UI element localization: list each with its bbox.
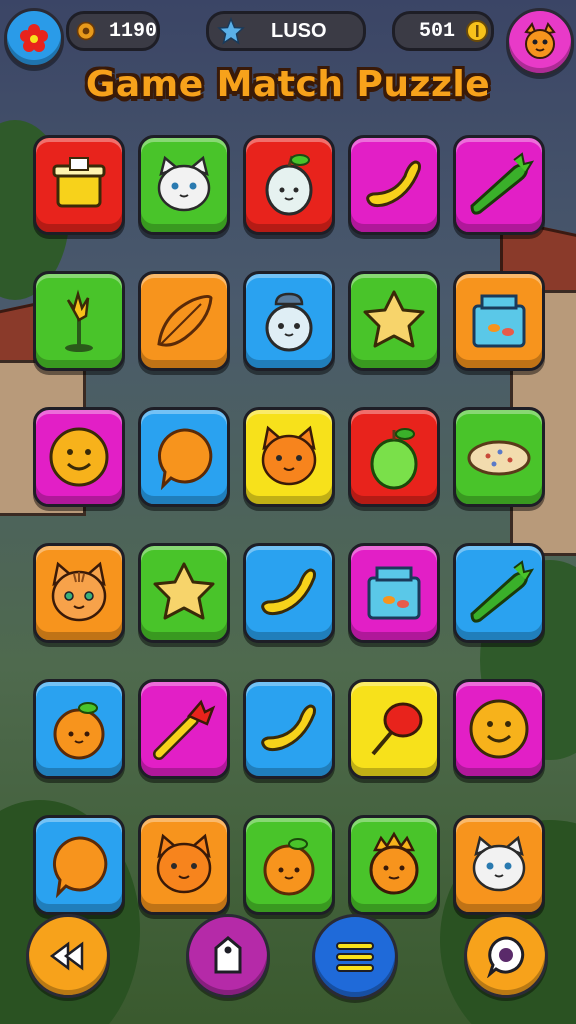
board-tile[interactable] — [348, 407, 440, 507]
board-tile[interactable] — [243, 543, 335, 643]
flower-icon — [20, 24, 48, 52]
top-hud: 1190 LUSO 501 — [0, 8, 576, 76]
menu-button[interactable] — [312, 914, 398, 1000]
white-fruit-icon — [265, 154, 313, 216]
board-tile[interactable] — [348, 815, 440, 915]
orange-fruit-icon — [53, 702, 105, 760]
board-tile[interactable] — [138, 271, 230, 371]
cucumber-icon — [470, 560, 534, 623]
board-tile[interactable] — [348, 543, 440, 643]
board-tile[interactable] — [33, 815, 125, 915]
board-tile[interactable] — [33, 679, 125, 779]
board-tile[interactable] — [453, 543, 545, 643]
board-tile[interactable] — [33, 407, 125, 507]
banana-icon — [261, 704, 316, 752]
yellow-star-icon — [363, 290, 425, 348]
fish-box-icon — [367, 566, 421, 620]
flower-sprout-icon — [65, 289, 93, 352]
spiky-orange-icon — [369, 831, 419, 895]
banana-icon — [366, 160, 421, 208]
back-button[interactable] — [26, 914, 110, 998]
board-tile[interactable] — [243, 815, 335, 915]
player-name-bar: LUSO — [206, 11, 366, 51]
board-tile[interactable] — [33, 135, 125, 235]
board-tile[interactable] — [243, 679, 335, 779]
orange-fruit-icon — [263, 838, 315, 896]
smiley-icon — [49, 427, 109, 487]
board-tile[interactable] — [348, 135, 440, 235]
board-tile[interactable] — [138, 135, 230, 235]
cucumber-icon — [470, 152, 534, 215]
flower-button[interactable] — [4, 8, 64, 68]
board-tile[interactable] — [453, 407, 545, 507]
orange-cat-icon — [156, 833, 212, 894]
star-icon — [217, 17, 245, 45]
red-lollipop-icon — [371, 702, 423, 756]
chat-button[interactable] — [464, 914, 548, 998]
cookie-icon — [467, 440, 531, 476]
coins-counter: 1190 — [66, 11, 160, 51]
cat-face-icon — [524, 22, 556, 59]
gear-coin-icon — [76, 21, 96, 41]
board-tile[interactable] — [453, 815, 545, 915]
score-counter: 501 — [392, 11, 494, 51]
orange-cat-icon — [261, 425, 317, 486]
board-tile[interactable] — [453, 271, 545, 371]
fish-box-icon — [472, 294, 526, 348]
board-tile[interactable] — [138, 815, 230, 915]
basket-icon — [52, 157, 106, 208]
orange-bubble-icon — [52, 836, 108, 899]
menu-icon — [336, 942, 374, 972]
white-cat-icon — [157, 155, 211, 212]
player-name: LUSO — [271, 19, 327, 42]
board-tile[interactable] — [348, 679, 440, 779]
tile-board — [33, 135, 545, 915]
board-tile[interactable] — [243, 407, 335, 507]
chat-icon — [487, 936, 525, 978]
board-tile[interactable] — [138, 543, 230, 643]
board-tile[interactable] — [243, 135, 335, 235]
score-value: 501 — [419, 19, 456, 43]
page-title: Game Match Puzzle — [85, 64, 491, 105]
smiley-icon — [469, 699, 529, 759]
jar-cat-icon — [265, 292, 313, 352]
leaf-icon — [157, 294, 213, 347]
board-tile[interactable] — [243, 271, 335, 371]
board-tile[interactable] — [33, 271, 125, 371]
torch-icon — [153, 699, 216, 760]
tag-button[interactable] — [186, 914, 270, 998]
yellow-star-icon — [153, 562, 215, 620]
gold-coin-icon — [466, 20, 489, 42]
board-tile[interactable] — [348, 271, 440, 371]
bottom-bar — [0, 914, 576, 1004]
board-tile[interactable] — [453, 135, 545, 235]
rewind-icon — [49, 941, 84, 971]
board-tile[interactable] — [453, 679, 545, 779]
board-tile[interactable] — [138, 679, 230, 779]
tag-icon — [214, 936, 242, 974]
green-apple-icon — [370, 428, 418, 490]
orange-bubble-icon — [157, 428, 213, 491]
board-tile[interactable] — [138, 407, 230, 507]
board-tile[interactable] — [33, 543, 125, 643]
white-cat-icon — [472, 835, 526, 892]
tabby-cat-icon — [51, 561, 107, 622]
banana-icon — [261, 568, 316, 616]
coins-value: 1190 — [108, 19, 157, 43]
